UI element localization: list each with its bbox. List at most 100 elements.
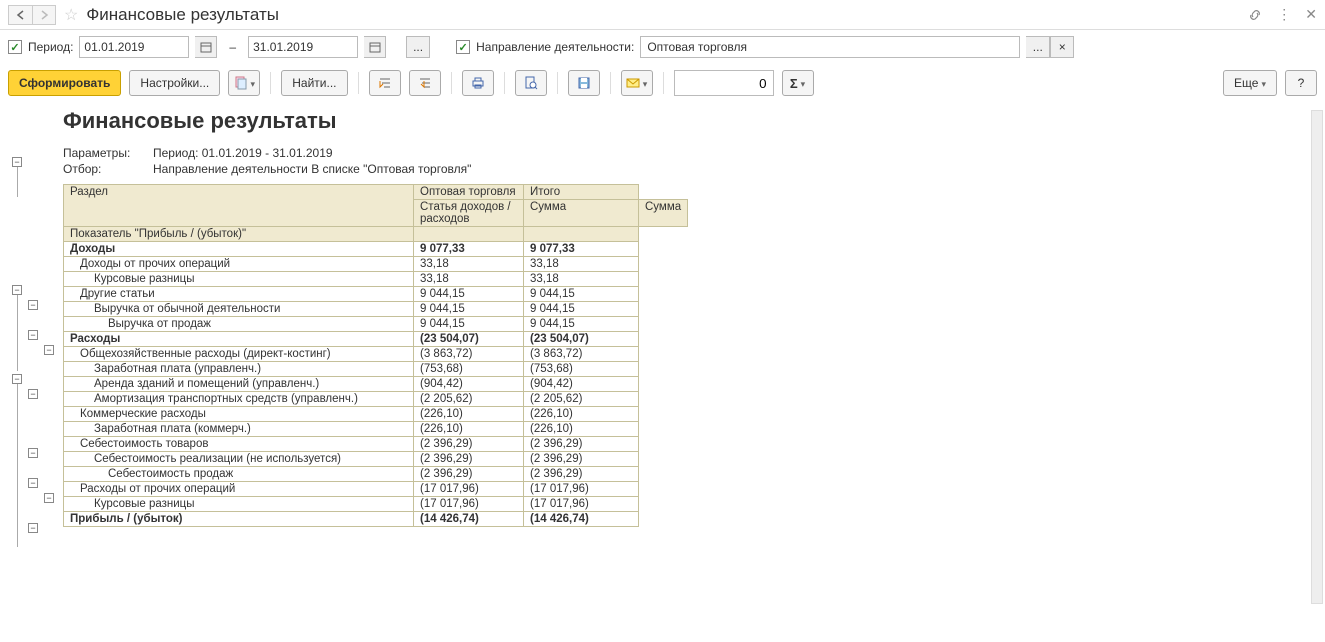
row-value-total: 9 044,15: [524, 302, 639, 317]
sum-dropdown-button[interactable]: Σ: [782, 70, 814, 96]
find-button[interactable]: Найти...: [281, 70, 347, 96]
row-value-total: (904,42): [524, 377, 639, 392]
row-label: Выручка от обычной деятельности: [64, 302, 414, 317]
activity-checkbox[interactable]: [456, 40, 470, 54]
row-value-total: (17 017,96): [524, 482, 639, 497]
header-section: Раздел: [64, 185, 414, 227]
tree-collapse-button[interactable]: −: [28, 478, 38, 488]
preview-button[interactable]: [515, 70, 547, 96]
row-value-1: (226,10): [414, 407, 524, 422]
help-button[interactable]: ?: [1285, 70, 1317, 96]
row-label: Заработная плата (коммерч.): [64, 422, 414, 437]
row-value-1: (2 396,29): [414, 467, 524, 482]
row-value-1: (3 863,72): [414, 347, 524, 362]
period-checkbox[interactable]: [8, 40, 22, 54]
table-row: Общехозяйственные расходы (директ-костин…: [64, 347, 688, 362]
header-sum2: Сумма: [639, 200, 688, 227]
date-range-dash: –: [229, 40, 236, 54]
row-label: Другие статьи: [64, 287, 414, 302]
date-from-calendar-button[interactable]: [195, 36, 217, 58]
table-row: Амортизация транспортных средств (управл…: [64, 392, 688, 407]
header-sum1: Сумма: [524, 200, 639, 227]
tree-collapse-button[interactable]: −: [28, 523, 38, 533]
row-label: Общехозяйственные расходы (директ-костин…: [64, 347, 414, 362]
table-row: Прибыль / (убыток)(14 426,74)(14 426,74): [64, 512, 688, 527]
collapse-all-button[interactable]: [409, 70, 441, 96]
kebab-menu-icon[interactable]: ⋮: [1277, 6, 1291, 23]
paste-dropdown-button[interactable]: [228, 70, 260, 96]
tree-collapse-button[interactable]: −: [28, 300, 38, 310]
save-button[interactable]: [568, 70, 600, 96]
tree-collapse-button[interactable]: −: [12, 285, 22, 295]
table-row: Расходы(23 504,07)(23 504,07): [64, 332, 688, 347]
row-label: Аренда зданий и помещений (управленч.): [64, 377, 414, 392]
row-label: Амортизация транспортных средств (управл…: [64, 392, 414, 407]
row-value-1: (17 017,96): [414, 482, 524, 497]
row-label: Расходы: [64, 332, 414, 347]
row-value-1: (226,10): [414, 422, 524, 437]
vertical-scrollbar[interactable]: [1311, 110, 1323, 604]
table-row: Аренда зданий и помещений (управленч.)(9…: [64, 377, 688, 392]
tree-collapse-button[interactable]: −: [28, 389, 38, 399]
email-dropdown-button[interactable]: [621, 70, 653, 96]
row-label: Расходы от прочих операций: [64, 482, 414, 497]
row-value-total: (23 504,07): [524, 332, 639, 347]
table-row: Выручка от обычной деятельности9 044,159…: [64, 302, 688, 317]
row-label: Курсовые разницы: [64, 497, 414, 512]
row-value-total: (2 396,29): [524, 452, 639, 467]
row-value-1: (14 426,74): [414, 512, 524, 527]
row-value-1: 33,18: [414, 257, 524, 272]
row-label: Заработная плата (управленч.): [64, 362, 414, 377]
table-row: Себестоимость товаров(2 396,29)(2 396,29…: [64, 437, 688, 452]
link-icon[interactable]: [1247, 7, 1263, 23]
tree-collapse-button[interactable]: −: [12, 157, 22, 167]
expand-all-button[interactable]: [369, 70, 401, 96]
date-to-calendar-button[interactable]: [364, 36, 386, 58]
date-to-input[interactable]: 31.01.2019: [248, 36, 358, 58]
row-label: Курсовые разницы: [64, 272, 414, 287]
date-from-input[interactable]: 01.01.2019: [79, 36, 189, 58]
row-value-total: 9 077,33: [524, 242, 639, 257]
row-value-total: (2 205,62): [524, 392, 639, 407]
tree-collapse-button[interactable]: −: [44, 493, 54, 503]
tree-collapse-button[interactable]: −: [12, 374, 22, 384]
row-value-1: 9 044,15: [414, 302, 524, 317]
favorite-star-icon[interactable]: ☆: [64, 5, 78, 25]
tree-gutter: − − − − − − − − − − −: [8, 108, 63, 642]
table-row: Заработная плата (управленч.)(753,68)(75…: [64, 362, 688, 377]
number-input[interactable]: [674, 70, 774, 96]
header-total: Итого: [524, 185, 639, 200]
print-button[interactable]: [462, 70, 494, 96]
report-title: Финансовые результаты: [63, 108, 1325, 134]
activity-clear-button[interactable]: ×: [1050, 36, 1074, 58]
tree-collapse-button[interactable]: −: [28, 330, 38, 340]
period-ellipsis-button[interactable]: ...: [406, 36, 430, 58]
table-row: Себестоимость реализации (не используетс…: [64, 452, 688, 467]
table-row: Коммерческие расходы(226,10)(226,10): [64, 407, 688, 422]
filter-label: Отбор:: [63, 162, 153, 176]
tree-collapse-button[interactable]: −: [44, 345, 54, 355]
generate-button[interactable]: Сформировать: [8, 70, 121, 96]
period-label: Период:: [28, 40, 73, 54]
row-value-1: (17 017,96): [414, 497, 524, 512]
nav-back-button[interactable]: [8, 5, 32, 25]
row-value-1: (904,42): [414, 377, 524, 392]
more-button[interactable]: Еще: [1223, 70, 1277, 96]
header-indicator: Показатель "Прибыль / (убыток)": [64, 227, 414, 242]
table-row: Курсовые разницы33,1833,18: [64, 272, 688, 287]
row-label: Доходы от прочих операций: [64, 257, 414, 272]
settings-button[interactable]: Настройки...: [129, 70, 220, 96]
header-col1: Оптовая торговля: [414, 185, 524, 200]
params-label: Параметры:: [63, 146, 153, 160]
table-row: Расходы от прочих операций(17 017,96)(17…: [64, 482, 688, 497]
row-value-1: (753,68): [414, 362, 524, 377]
nav-forward-button[interactable]: [32, 5, 56, 25]
activity-input[interactable]: Оптовая торговля: [640, 36, 1020, 58]
row-value-total: 9 044,15: [524, 317, 639, 332]
row-value-total: (14 426,74): [524, 512, 639, 527]
tree-collapse-button[interactable]: −: [28, 448, 38, 458]
activity-ellipsis-button[interactable]: ...: [1026, 36, 1050, 58]
row-value-total: 33,18: [524, 257, 639, 272]
table-row: Заработная плата (коммерч.)(226,10)(226,…: [64, 422, 688, 437]
close-icon[interactable]: ✕: [1305, 6, 1317, 23]
